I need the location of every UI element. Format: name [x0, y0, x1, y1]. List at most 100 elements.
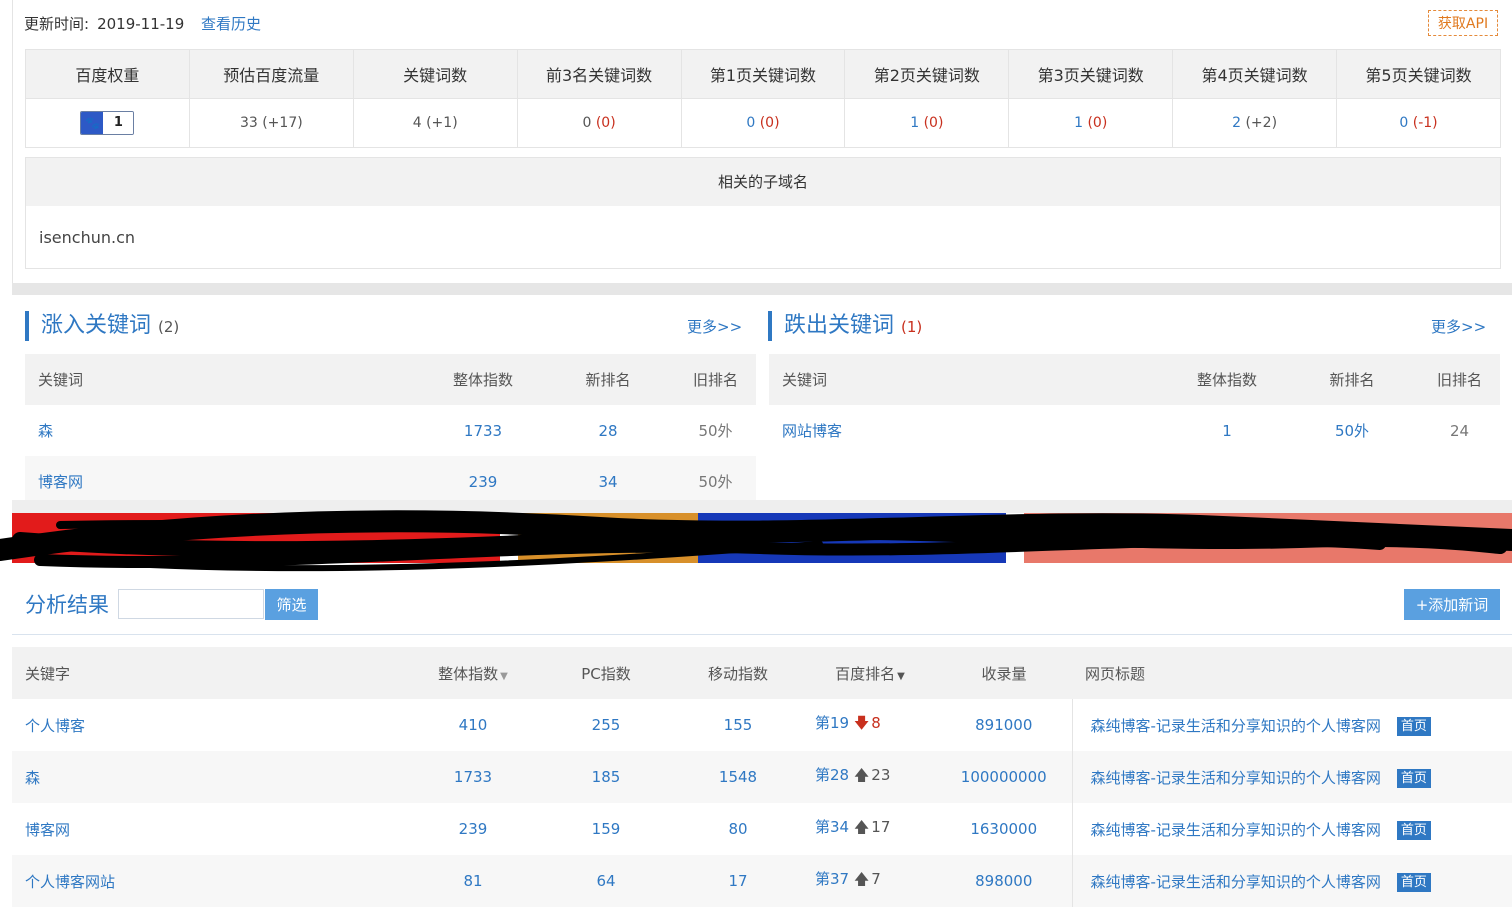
- stats-header: 第4页关键词数: [1172, 49, 1337, 99]
- rank-cell: 第37 🡅 7: [804, 855, 936, 907]
- stat-main[interactable]: 0: [746, 115, 755, 131]
- filter-input[interactable]: [118, 589, 264, 619]
- page-title-cell: 森纯博客-记录生活和分享知识的个人博客网 首页: [1071, 803, 1512, 855]
- filter-button[interactable]: 筛选: [265, 589, 318, 620]
- overall-index: 239: [458, 820, 488, 838]
- table-header-row: 关键字 整体指数 ▼ PC指数 移动指数 百度排名 ▼ 收录量 网页标题: [12, 647, 1512, 699]
- stat-delta: (0): [595, 115, 616, 131]
- keyword-link[interactable]: 森: [25, 405, 425, 456]
- col-keyword: 关键词: [25, 354, 425, 405]
- rank-link[interactable]: 第34: [815, 818, 849, 836]
- falling-more-link[interactable]: 更多>>: [1431, 316, 1486, 337]
- rising-keywords-table: 关键词 整体指数 新排名 旧排名 森 1733 28 50外 博客网 239 3…: [25, 354, 756, 507]
- table-row: 网站博客 1 50外 24: [769, 405, 1500, 456]
- sort-caret-icon: ▼: [897, 670, 905, 682]
- page-title-link[interactable]: 森纯博客-记录生活和分享知识的个人博客网: [1091, 821, 1381, 839]
- overall-index: 1: [1222, 421, 1232, 440]
- page-title-link[interactable]: 森纯博客-记录生活和分享知识的个人博客网: [1091, 717, 1381, 735]
- rank-link[interactable]: 第37: [815, 870, 849, 888]
- new-rank: 28: [598, 421, 618, 440]
- stat-main[interactable]: 2: [1232, 115, 1241, 131]
- stat-delta: (0): [923, 115, 944, 131]
- redaction-scribble: [0, 510, 1512, 572]
- sort-caret-icon: ▼: [500, 670, 508, 682]
- page-title-link[interactable]: 森纯博客-记录生活和分享知识的个人博客网: [1091, 769, 1381, 787]
- stat-delta: (+17): [262, 115, 303, 131]
- keyword-link[interactable]: 网站博客: [769, 405, 1169, 456]
- stats-value-row: 🐾 1 33 (+17) 4 (+1) 0 (0) 0 (0) 1 (0) 1 …: [25, 98, 1501, 148]
- update-row: 更新时间: 2019-11-19 查看历史: [24, 12, 269, 36]
- home-badge[interactable]: 首页: [1396, 768, 1431, 788]
- rising-more-link[interactable]: 更多>>: [687, 316, 742, 337]
- rank-link[interactable]: 第28: [815, 766, 849, 784]
- rank-delta: 8: [871, 714, 881, 732]
- view-history-link[interactable]: 查看历史: [201, 15, 261, 33]
- mobile-index: 17: [672, 855, 804, 907]
- col-old-rank: 旧排名: [675, 354, 756, 405]
- home-badge[interactable]: 首页: [1396, 820, 1431, 840]
- stat-main: 0: [582, 115, 592, 131]
- keyword-link[interactable]: 森: [12, 751, 406, 803]
- stat-main[interactable]: 1: [1074, 115, 1083, 131]
- rank-link[interactable]: 第19: [815, 714, 849, 732]
- col-rank[interactable]: 百度排名 ▼: [804, 647, 936, 699]
- divider: [12, 634, 1512, 635]
- overall-index: 81: [406, 855, 540, 907]
- keyword-link[interactable]: 博客网: [12, 803, 406, 855]
- col-keyword: 关键词: [769, 354, 1169, 405]
- page-title-link[interactable]: 森纯博客-记录生活和分享知识的个人博客网: [1091, 873, 1381, 891]
- stat-delta: (0): [759, 115, 780, 131]
- rank-cell: 第34 🡅 17: [804, 803, 936, 855]
- rank-delta: 7: [871, 870, 881, 888]
- baidu-weight-badge[interactable]: 🐾 1: [80, 111, 135, 135]
- col-overall[interactable]: 整体指数 ▼: [406, 647, 540, 699]
- home-badge[interactable]: 首页: [1396, 872, 1431, 892]
- falling-title-text: 跌出关键词: [784, 313, 895, 338]
- stat-traffic: 33 (+17): [188, 98, 354, 148]
- add-keyword-button[interactable]: +添加新词: [1404, 589, 1500, 620]
- col-new-rank: 新排名: [1285, 354, 1419, 405]
- stats-header: 关键词数: [352, 49, 518, 99]
- mobile-index: 155: [723, 716, 753, 734]
- table-header-row: 关键词 整体指数 新排名 旧排名: [769, 354, 1500, 405]
- keyword-link[interactable]: 个人博客网站: [12, 855, 406, 907]
- col-title: 网页标题: [1072, 647, 1512, 699]
- page-title-cell: 森纯博客-记录生活和分享知识的个人博客网 首页: [1071, 751, 1512, 803]
- stats-table: 百度权重 预估百度流量 关键词数 前3名关键词数 第1页关键词数 第2页关键词数…: [25, 49, 1501, 148]
- rising-title-text: 涨入关键词: [41, 313, 152, 338]
- subdomain-box: 相关的子域名 isenchun.cn: [25, 157, 1501, 269]
- stat-main[interactable]: 0: [1399, 115, 1408, 131]
- keyword-link[interactable]: 个人博客: [12, 699, 406, 751]
- pc-index: 159: [591, 820, 621, 838]
- col-overall: 整体指数: [1169, 354, 1285, 405]
- arrow-up-icon: 🡅: [853, 766, 870, 784]
- pc-index: 185: [540, 751, 672, 803]
- old-rank: 50外: [698, 422, 733, 440]
- home-badge[interactable]: 首页: [1396, 716, 1431, 736]
- stat-delta: (-1): [1412, 115, 1438, 131]
- stat-main: 33: [239, 115, 258, 131]
- falling-keywords-table: 关键词 整体指数 新排名 旧排名 网站博客 1 50外 24: [769, 354, 1500, 456]
- stats-header: 前3名关键词数: [516, 49, 682, 99]
- indexed-count: 1630000: [970, 820, 1038, 838]
- old-rank: 24: [1449, 421, 1470, 440]
- page-title-cell: 森纯博客-记录生活和分享知识的个人博客网 首页: [1071, 855, 1512, 907]
- stat-main[interactable]: 1: [910, 115, 919, 131]
- subdomain-item[interactable]: isenchun.cn: [26, 206, 1500, 270]
- table-row: 森 1733 185 1548 第28 🡅 23 100000000 森纯博客-记…: [12, 751, 1512, 803]
- mobile-index: 80: [728, 820, 748, 838]
- falling-count: (1): [901, 318, 923, 336]
- table-row: 博客网 239 159 80 第34 🡅 17 1630000 森纯博客-记录生活…: [12, 803, 1512, 855]
- stat-page5: 0 (-1): [1336, 98, 1501, 148]
- col-overall: 整体指数: [425, 354, 541, 405]
- arrow-up-icon: 🡅: [853, 870, 870, 888]
- stats-header: 百度权重: [25, 49, 190, 99]
- stat-keywords: 4 (+1): [352, 98, 518, 148]
- stat-page3: 1 (0): [1008, 98, 1174, 148]
- rising-count: (2): [158, 318, 180, 336]
- col-indexed: 收录量: [936, 647, 1072, 699]
- rank-delta: 23: [871, 766, 891, 784]
- get-api-button[interactable]: 获取API: [1428, 10, 1498, 36]
- pc-index: 64: [540, 855, 672, 907]
- table-row: 个人博客 410 255 155 第19 🡇 8 891000 森纯博客-记录生活…: [12, 699, 1512, 751]
